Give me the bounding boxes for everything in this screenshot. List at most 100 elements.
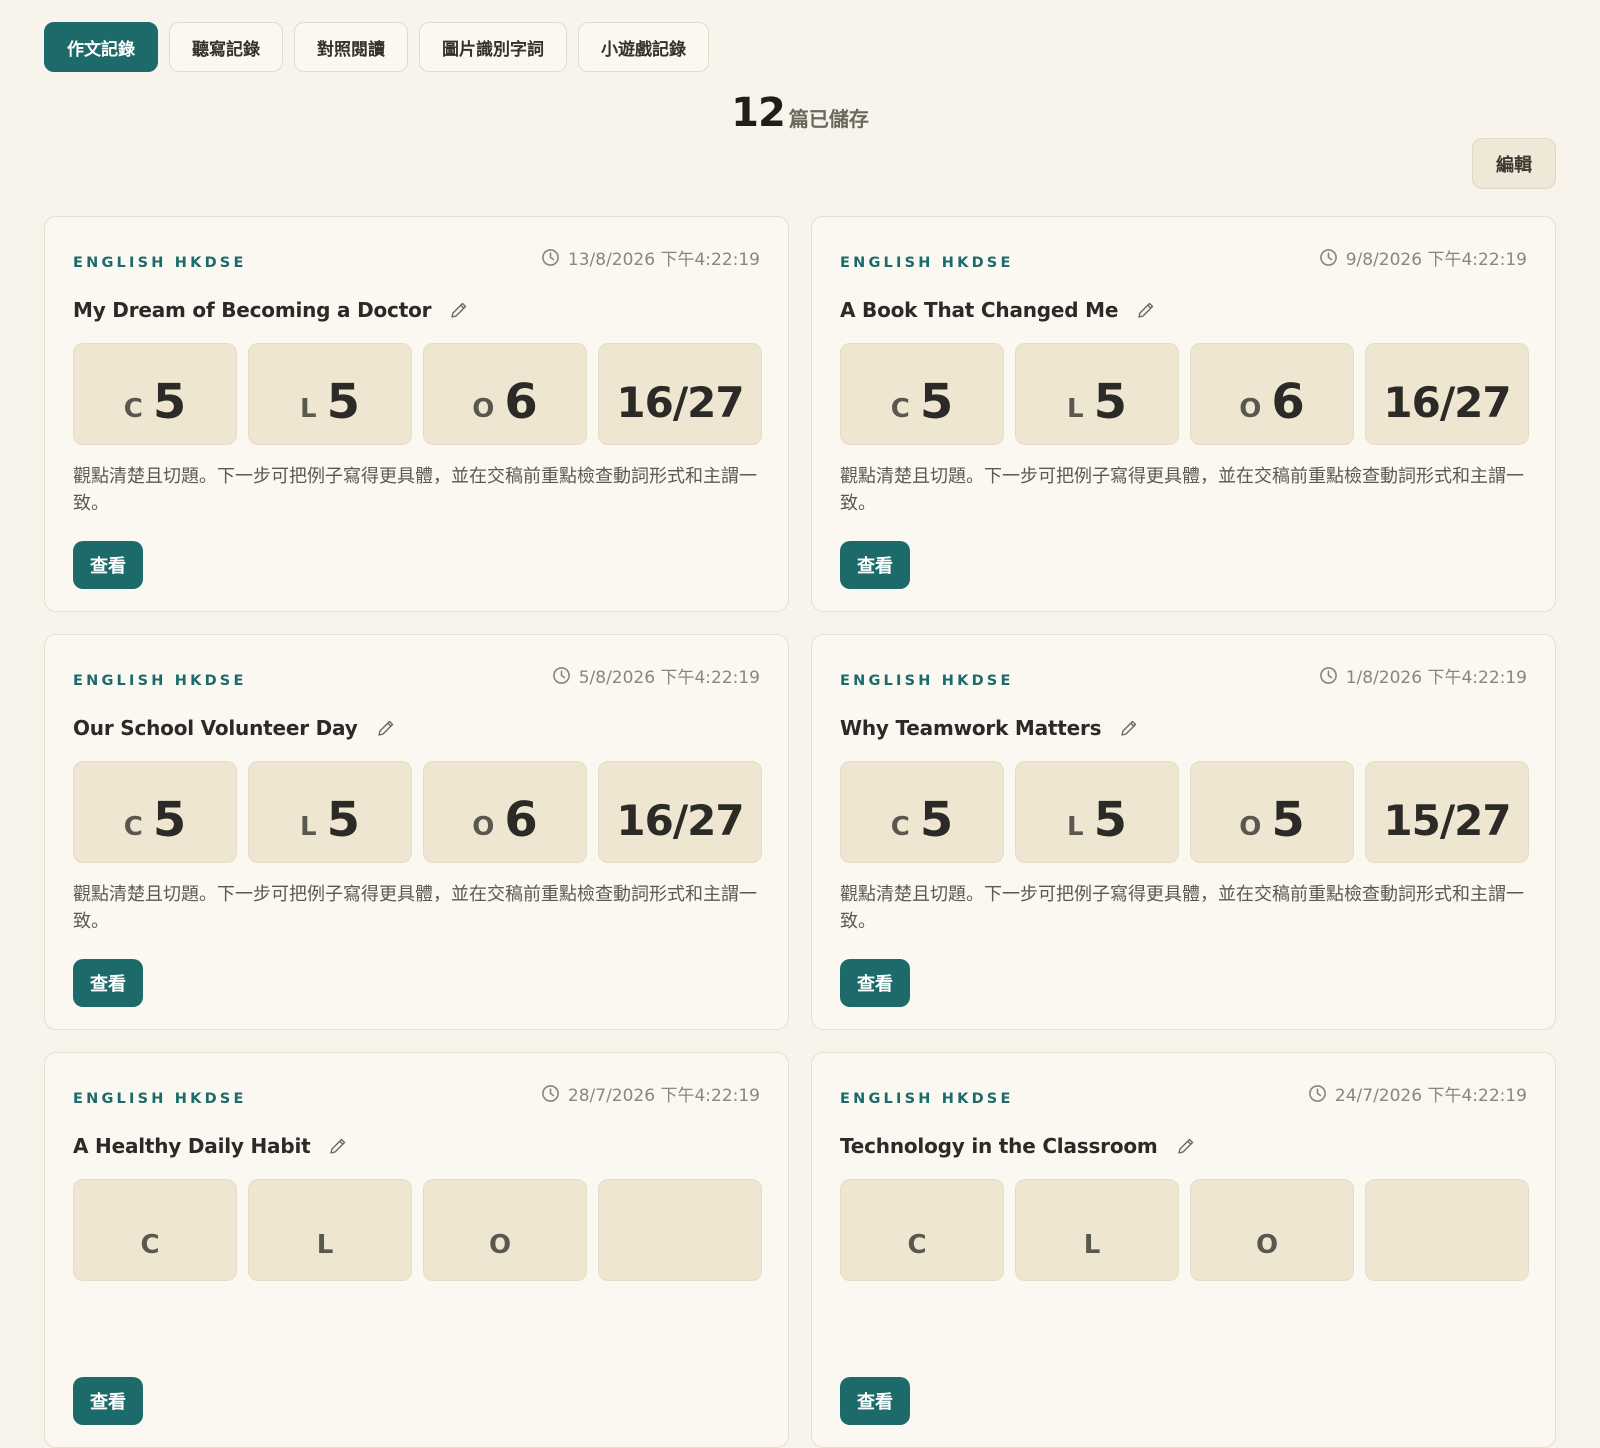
essay-card: ENGLISH HKDSE 13/8/2026 下午4:22:19 My Dre… <box>44 216 789 612</box>
essay-title: A Book That Changed Me <box>840 298 1119 322</box>
language-score-letter: L <box>1067 394 1084 424</box>
timestamp-text: 28/7/2026 下午4:22:19 <box>567 1086 760 1106</box>
total-score: 15/27 <box>1365 761 1529 863</box>
content-score-letter: C <box>907 1230 927 1260</box>
organisation-score-value: 6 <box>504 792 538 848</box>
pencil-icon[interactable] <box>376 718 396 738</box>
content-score-letter: C <box>123 812 143 842</box>
feedback-comment <box>73 1299 760 1357</box>
content-score: C <box>840 1179 1004 1281</box>
timestamp: 13/8/2026 下午4:22:19 <box>541 245 760 270</box>
subject-label: ENGLISH HKDSE <box>840 673 1014 689</box>
feedback-comment: 觀點清楚且切題。下一步可把例子寫得更具體，並在交稿前重點檢查動詞形式和主謂一致。 <box>840 466 1524 514</box>
score-tiles: C L O <box>840 1179 1529 1281</box>
language-score: L 5 <box>248 761 412 863</box>
language-score-value: 5 <box>1093 792 1127 848</box>
saved-count: 12 篇已儲存 <box>44 90 1556 138</box>
timestamp-text: 5/8/2026 下午4:22:19 <box>578 668 760 688</box>
score-tiles: C 5 L 5 O 6 16/27 <box>73 343 762 445</box>
organisation-score-value: 6 <box>504 374 538 430</box>
pencil-icon[interactable] <box>449 300 469 320</box>
language-score: L 5 <box>1015 343 1179 445</box>
subject-label: ENGLISH HKDSE <box>73 673 247 689</box>
organisation-score: O <box>423 1179 587 1281</box>
organisation-score: O 6 <box>423 343 587 445</box>
content-score-value: 5 <box>919 374 954 430</box>
content-score-letter: C <box>123 394 143 424</box>
content-score-value: 5 <box>919 792 954 848</box>
pencil-icon[interactable] <box>1176 1136 1196 1156</box>
clock-icon <box>1319 249 1337 266</box>
language-score-letter: L <box>300 394 317 424</box>
organisation-score-letter: O <box>1239 394 1262 424</box>
total-score <box>1365 1179 1529 1281</box>
clock-icon <box>552 667 570 684</box>
view-button[interactable]: 查看 <box>840 541 910 589</box>
edit-row: 編輯 <box>44 138 1556 192</box>
total-score-value: 16/27 <box>1383 377 1511 427</box>
view-button[interactable]: 查看 <box>73 541 143 589</box>
score-tiles: C 5 L 5 O 6 16/27 <box>73 761 762 863</box>
content-score-value: 5 <box>152 792 187 848</box>
tab-parallel-reading[interactable]: 對照閱讀 <box>294 22 408 72</box>
total-score: 16/27 <box>598 761 762 863</box>
content-score: C 5 <box>73 343 237 445</box>
edit-button[interactable]: 編輯 <box>1472 138 1556 189</box>
language-score: L <box>248 1179 412 1281</box>
language-score-letter: L <box>316 1230 334 1260</box>
organisation-score-letter: O <box>1239 812 1262 842</box>
clock-icon <box>541 1085 559 1102</box>
timestamp-text: 13/8/2026 下午4:22:19 <box>567 250 760 270</box>
language-score-value: 5 <box>326 374 360 430</box>
language-score: L 5 <box>1015 761 1179 863</box>
total-score-value: 16/27 <box>616 377 744 427</box>
tab-essay-records[interactable]: 作文記錄 <box>44 22 158 72</box>
language-score-letter: L <box>1067 812 1084 842</box>
pencil-icon[interactable] <box>328 1136 348 1156</box>
organisation-score-letter: O <box>472 394 495 424</box>
timestamp-text: 24/7/2026 下午4:22:19 <box>1334 1086 1527 1106</box>
view-button[interactable]: 查看 <box>73 959 143 1007</box>
organisation-score-letter: O <box>1255 1230 1279 1260</box>
language-score-value: 5 <box>326 792 360 848</box>
content-score-letter: C <box>890 812 910 842</box>
subject-label: ENGLISH HKDSE <box>73 1091 247 1107</box>
saved-count-label: 篇已儲存 <box>788 107 869 131</box>
content-score-value: 5 <box>152 374 187 430</box>
subject-label: ENGLISH HKDSE <box>840 255 1014 271</box>
saved-count-number: 12 <box>731 90 786 136</box>
pencil-icon[interactable] <box>1119 718 1139 738</box>
pencil-icon[interactable] <box>1136 300 1156 320</box>
timestamp-text: 9/8/2026 下午4:22:19 <box>1345 250 1527 270</box>
tab-image-word-recognition[interactable]: 圖片識別字詞 <box>419 22 567 72</box>
essay-card: ENGLISH HKDSE 9/8/2026 下午4:22:19 A Book … <box>811 216 1556 612</box>
total-score: 16/27 <box>598 343 762 445</box>
score-tiles: C L O <box>73 1179 762 1281</box>
essay-card-grid: ENGLISH HKDSE 13/8/2026 下午4:22:19 My Dre… <box>44 216 1556 1448</box>
organisation-score: O <box>1190 1179 1354 1281</box>
essay-title: Our School Volunteer Day <box>73 716 358 740</box>
organisation-score-value: 6 <box>1271 374 1305 430</box>
subject-label: ENGLISH HKDSE <box>73 255 247 271</box>
organisation-score-letter: O <box>488 1230 512 1260</box>
tab-mini-game-records[interactable]: 小遊戲記錄 <box>578 22 709 72</box>
essay-card: ENGLISH HKDSE 1/8/2026 下午4:22:19 Why Tea… <box>811 634 1556 1030</box>
content-score: C 5 <box>73 761 237 863</box>
total-score <box>598 1179 762 1281</box>
clock-icon <box>541 249 559 266</box>
view-button[interactable]: 查看 <box>73 1377 143 1425</box>
subject-label: ENGLISH HKDSE <box>840 1091 1014 1107</box>
total-score-value: 15/27 <box>1383 795 1511 845</box>
feedback-comment: 觀點清楚且切題。下一步可把例子寫得更具體，並在交稿前重點檢查動詞形式和主謂一致。 <box>73 884 757 932</box>
language-score: L 5 <box>248 343 412 445</box>
view-button[interactable]: 查看 <box>840 1377 910 1425</box>
language-score-value: 5 <box>1093 374 1127 430</box>
tab-dictation-records[interactable]: 聽寫記錄 <box>169 22 283 72</box>
organisation-score-letter: O <box>472 812 495 842</box>
timestamp: 1/8/2026 下午4:22:19 <box>1319 663 1527 688</box>
essay-card: ENGLISH HKDSE 28/7/2026 下午4:22:19 A Heal… <box>44 1052 789 1448</box>
timestamp: 28/7/2026 下午4:22:19 <box>541 1081 760 1106</box>
timestamp-text: 1/8/2026 下午4:22:19 <box>1345 668 1527 688</box>
view-button[interactable]: 查看 <box>840 959 910 1007</box>
essay-title: Why Teamwork Matters <box>840 716 1102 740</box>
